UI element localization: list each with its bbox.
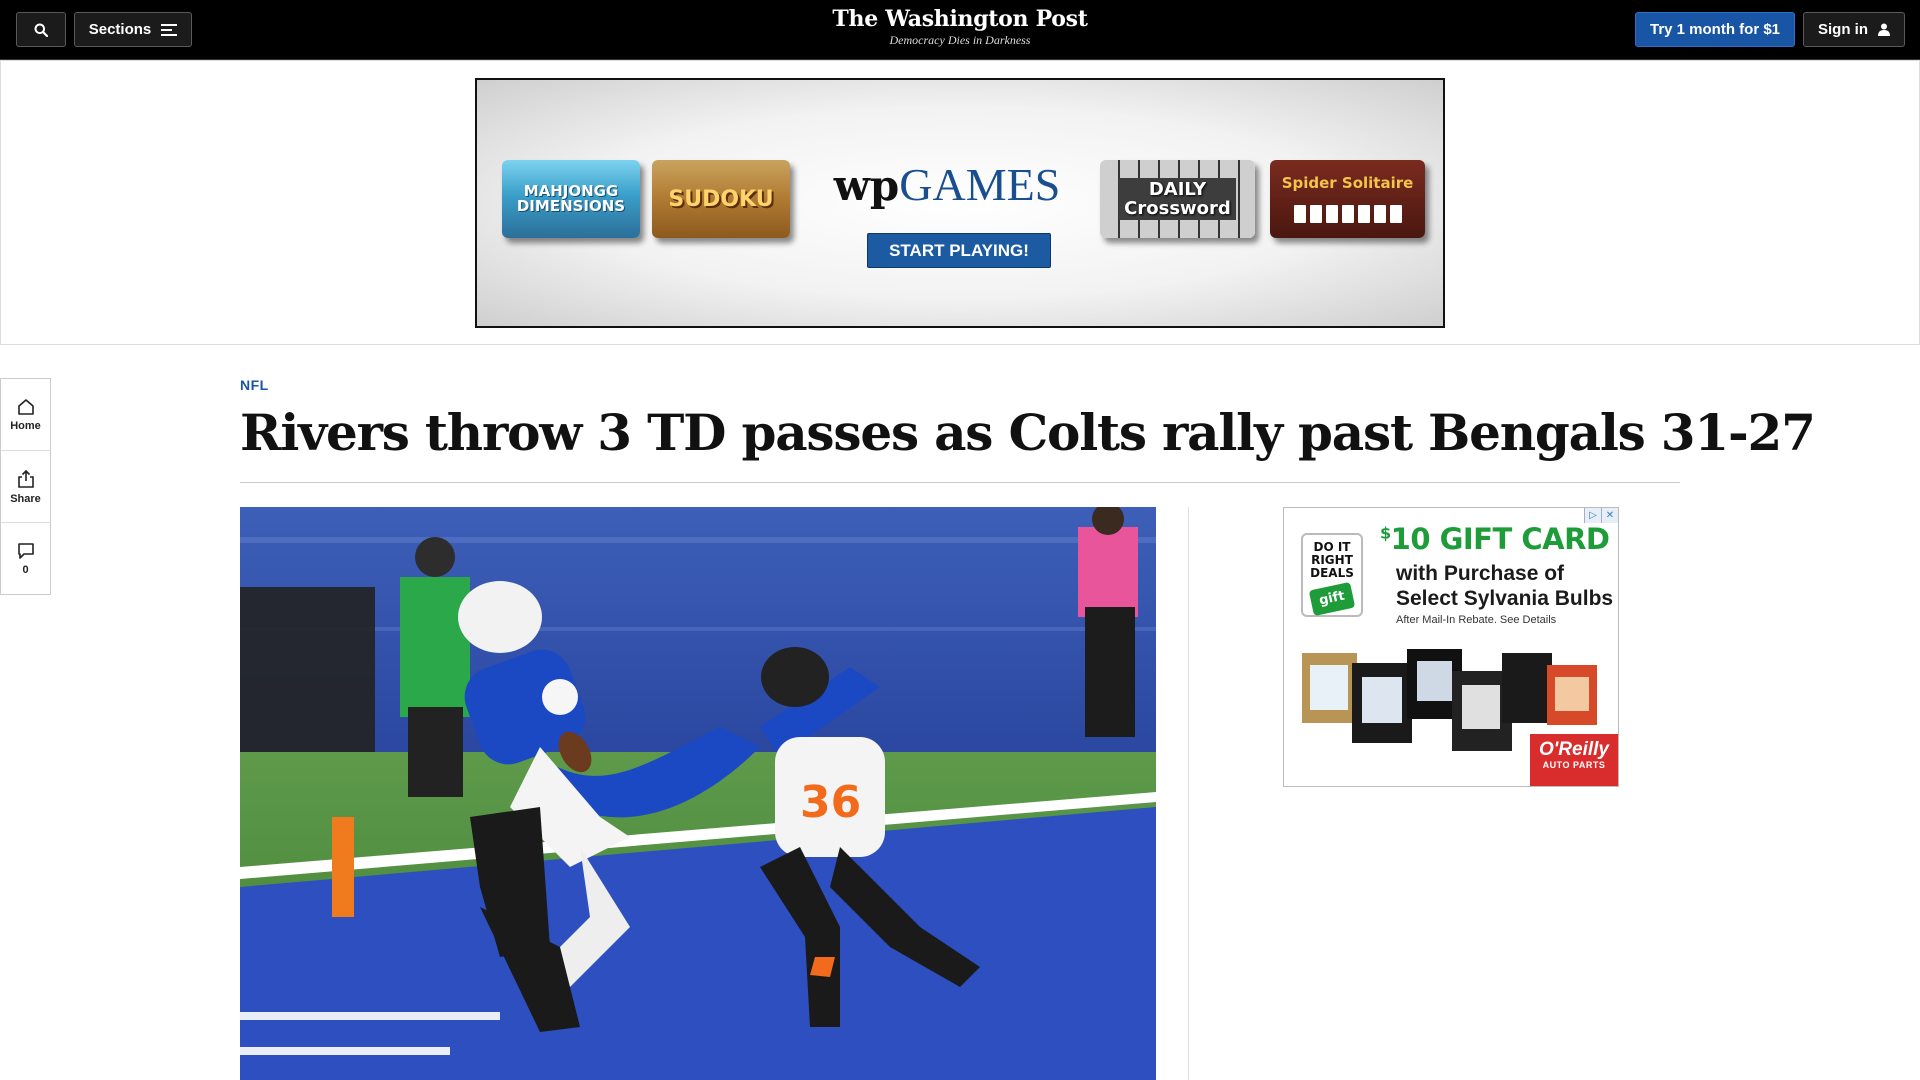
ad-headline-price: $10 GIFT CARD <box>1380 522 1610 556</box>
mahjongg-tile[interactable]: MAHJONGG DIMENSIONS <box>502 160 640 238</box>
ad-close-icon[interactable]: ✕ <box>1601 508 1618 523</box>
user-icon <box>1878 23 1890 36</box>
home-icon <box>17 398 34 415</box>
menu-icon <box>161 23 178 36</box>
ad-info-icon[interactable]: ▷ <box>1584 508 1601 523</box>
oreilly-tagline: AUTO PARTS <box>1542 760 1606 770</box>
mahjongg-title: MAHJONGG DIMENSIONS <box>516 182 626 215</box>
left-action-rail: Home Share 0 <box>0 378 51 595</box>
site-logo[interactable]: The Washington Post <box>760 5 1160 33</box>
column-divider <box>1188 507 1189 1080</box>
sidebar-ad-oreilly[interactable]: ▷ ✕ DO IT RIGHT DEALS gift $10 GIFT CARD… <box>1283 507 1619 787</box>
sudoku-tile[interactable]: SUDOKU <box>652 160 790 238</box>
home-button[interactable]: Home <box>1 379 50 451</box>
comments-button[interactable]: 0 <box>1 523 50 595</box>
start-playing-button[interactable]: START PLAYING! <box>867 233 1051 268</box>
ad-choices-badge[interactable]: ▷ ✕ <box>1584 508 1618 523</box>
share-label: Share <box>10 492 41 505</box>
wp-logo-mark: wp <box>833 161 900 210</box>
share-button[interactable]: Share <box>1 451 50 523</box>
subscribe-label: Try 1 month for $1 <box>1649 21 1781 38</box>
oreilly-brand: O'Reilly <box>1539 739 1609 760</box>
gift-badge: gift <box>1308 581 1356 617</box>
sign-in-button[interactable]: Sign in <box>1803 12 1905 47</box>
headline-divider <box>240 482 1680 483</box>
solitaire-cards-graphic <box>1293 204 1402 223</box>
sections-label: Sections <box>88 21 152 38</box>
oreilly-logo: O'Reilly AUTO PARTS <box>1530 734 1618 786</box>
do-it-right-deals-logo: DO IT RIGHT DEALS gift <box>1301 533 1363 617</box>
crossword-title-line2: Crossword <box>1124 198 1231 219</box>
top-navigation-bar: Sections The Washington Post Democracy D… <box>0 0 1920 60</box>
comment-icon <box>17 543 34 559</box>
search-button[interactable] <box>16 12 66 47</box>
sudoku-title: SUDOKU <box>668 186 774 212</box>
crossword-title-line1: DAILY <box>1148 179 1207 200</box>
masthead[interactable]: The Washington Post Democracy Dies in Da… <box>760 5 1160 47</box>
price-currency: $ <box>1380 523 1391 543</box>
search-icon <box>34 23 48 37</box>
ad-line-2: Select Sylvania Bulbs <box>1396 587 1614 610</box>
sections-button[interactable]: Sections <box>74 12 192 47</box>
solitaire-title: Spider Solitaire <box>1281 173 1414 192</box>
home-label: Home <box>10 419 41 432</box>
daily-crossword-tile[interactable]: DAILY Crossword <box>1100 160 1255 238</box>
wp-games-banner-ad[interactable]: MAHJONGG DIMENSIONS SUDOKU wpGAMES START… <box>475 78 1445 328</box>
comments-count: 0 <box>22 564 29 576</box>
wp-games-logo: wpGAMES <box>832 158 1062 211</box>
ad-line-1: with Purchase of <box>1396 562 1565 585</box>
svg-text:36: 36 <box>800 777 861 828</box>
subscribe-button[interactable]: Try 1 month for $1 <box>1635 12 1795 47</box>
games-wordmark: GAMES <box>899 159 1061 210</box>
section-kicker[interactable]: NFL <box>240 377 269 393</box>
football-catch-photo: 36 <box>240 507 1156 1080</box>
article-headline: Rivers throw 3 TD passes as Colts rally … <box>240 403 1816 462</box>
ad-fine-print: After Mail-In Rebate. See Details <box>1396 614 1557 626</box>
spider-solitaire-tile[interactable]: Spider Solitaire <box>1270 160 1425 238</box>
logo-line-3: DEALS <box>1310 566 1354 580</box>
price-text: 10 GIFT CARD <box>1390 522 1610 556</box>
sign-in-label: Sign in <box>1818 21 1868 38</box>
share-icon <box>17 469 34 488</box>
start-playing-label: START PLAYING! <box>889 240 1029 260</box>
site-tagline: Democracy Dies in Darkness <box>889 33 1031 47</box>
crossword-title: DAILY Crossword <box>1119 178 1236 220</box>
lead-photo[interactable]: 36 <box>240 507 1156 1080</box>
